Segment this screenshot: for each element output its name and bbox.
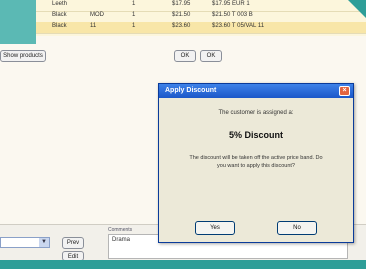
row-price: $17.95 bbox=[172, 1, 191, 7]
prev-button[interactable]: Prev bbox=[62, 237, 84, 249]
dialog-title: Apply Discount bbox=[165, 87, 217, 94]
apply-discount-dialog: Apply Discount × The customer is assigne… bbox=[158, 83, 354, 243]
dialog-titlebar[interactable]: Apply Discount × bbox=[159, 84, 353, 98]
row-qty: 1 bbox=[132, 1, 136, 7]
row-col2: 11 bbox=[90, 23, 97, 29]
order-lines-table: Leeth 1 $17.95 $17.95 EUR 1 Black MOD 1 … bbox=[36, 0, 366, 36]
notes-text: Drama bbox=[112, 237, 131, 243]
row-name: Leeth bbox=[52, 1, 68, 7]
notes-label: Comments bbox=[108, 227, 133, 233]
close-icon[interactable]: × bbox=[339, 86, 350, 96]
toolbar-button-1[interactable]: OK bbox=[174, 50, 196, 62]
filter-combo[interactable]: ▼ bbox=[0, 237, 50, 248]
toolbar-button-2[interactable]: OK bbox=[200, 50, 222, 62]
row-total: $23.60 T 05/VAL 11 bbox=[212, 23, 265, 29]
row-name: Black bbox=[52, 23, 67, 29]
discount-name: 5% Discount bbox=[228, 130, 283, 140]
row-price: $21.50 bbox=[172, 12, 191, 18]
row-total: $21.50 T 003 B bbox=[212, 12, 253, 18]
edit-button[interactable]: Edit bbox=[62, 251, 84, 260]
row-qty: 1 bbox=[132, 23, 136, 29]
window-corner bbox=[348, 0, 366, 18]
row-name: Black bbox=[52, 12, 67, 18]
yes-button[interactable]: Yes bbox=[195, 221, 235, 235]
row-total: $17.95 EUR 1 bbox=[212, 1, 250, 7]
app-window: Leeth 1 $17.95 $17.95 EUR 1 Black MOD 1 … bbox=[0, 0, 366, 260]
dialog-message: The discount will be taken off the activ… bbox=[189, 155, 323, 169]
chevron-down-icon[interactable]: ▼ bbox=[39, 238, 49, 247]
dialog-line1: The customer is assigned a: bbox=[218, 110, 294, 116]
no-button[interactable]: No bbox=[277, 221, 317, 235]
row-col2: MOD bbox=[90, 12, 104, 18]
table-row-selected[interactable]: Black 11 1 $23.60 $23.60 T 05/VAL 11 bbox=[36, 22, 366, 34]
row-price: $23.60 bbox=[172, 23, 191, 29]
show-products-button[interactable]: Show products bbox=[0, 50, 46, 62]
row-qty: 1 bbox=[132, 12, 136, 18]
header-strip bbox=[0, 0, 36, 44]
